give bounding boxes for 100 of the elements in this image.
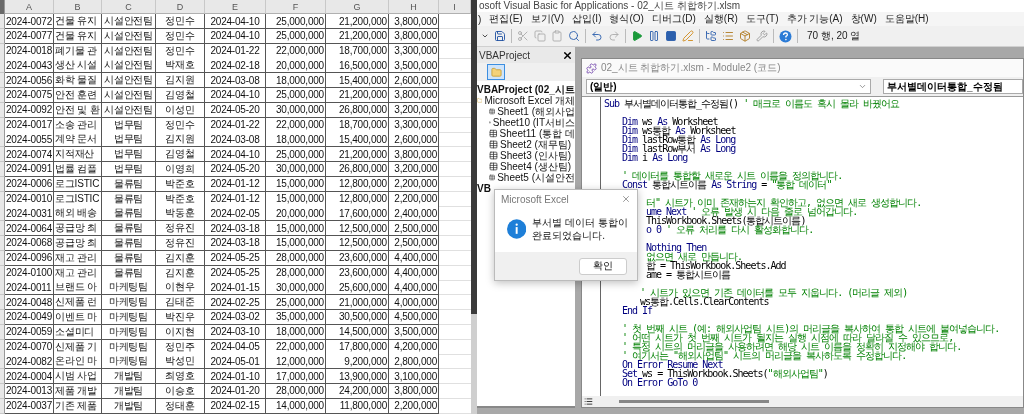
row-header[interactable] (0, 58, 5, 74)
table-cell: 15,400,000 (326, 132, 389, 148)
search-icon[interactable] (568, 30, 580, 42)
row-header[interactable] (0, 117, 5, 133)
select-all-corner[interactable] (0, 0, 5, 14)
row-header[interactable] (0, 28, 5, 44)
menu-item[interactable]: 추가 기능(A) (786, 12, 843, 26)
menu-item[interactable]: 디버그(D) (651, 12, 696, 26)
table-cell: 17,000,000 (266, 369, 326, 385)
menu-item[interactable]: 형식(O) (609, 12, 644, 26)
code-line: 터" 시트가 이미 존재하는지 확인하고, 없으면 새로 생성합니다. (646, 198, 922, 207)
ok-button[interactable]: 확인 (579, 257, 627, 275)
row-header[interactable] (0, 309, 5, 325)
row-header[interactable] (0, 265, 5, 281)
row-header[interactable] (0, 398, 5, 414)
menu-item[interactable]: ) (478, 13, 482, 25)
column-header[interactable]: G (326, 0, 389, 14)
row-header[interactable] (0, 339, 5, 355)
row-header[interactable] (0, 324, 5, 340)
row-header[interactable] (0, 280, 5, 296)
table-cell: 13,900,000 (326, 369, 389, 385)
menu-item[interactable]: 삽입(I) (572, 12, 602, 26)
table-cell: 2024-0004 (5, 369, 54, 385)
code-line: ame = 통합시트이름 (646, 270, 731, 279)
code-line: ' 첫 번째 시트 (예: 해외사업팀 시트)의 머리글을 복사하여 통합 시트에 붙여넣습니다. (622, 324, 1000, 333)
menu-item[interactable]: 창(W) (850, 12, 877, 26)
menu-item[interactable]: 편집(E) (489, 12, 523, 26)
row-header[interactable] (0, 206, 5, 222)
row-header[interactable] (0, 369, 5, 385)
procedure-view-icon[interactable] (584, 397, 593, 406)
table-cell: 지적재산 (54, 147, 102, 163)
tree-item[interactable]: VB (477, 183, 491, 194)
pause-icon[interactable] (648, 30, 660, 42)
row-header[interactable] (0, 88, 5, 103)
table-cell: 2024-0031 (5, 206, 54, 222)
row-header[interactable] (0, 383, 5, 399)
table-cell: 온라인 마 (54, 354, 102, 370)
column-header[interactable]: A (5, 0, 54, 14)
column-header[interactable]: F (266, 0, 326, 14)
column-header[interactable]: E (205, 0, 266, 14)
table-cell: 2024-0048 (5, 295, 54, 311)
row-header[interactable] (0, 221, 5, 237)
pencil-icon[interactable] (682, 30, 694, 42)
column-header[interactable]: H (389, 0, 439, 14)
undo-icon[interactable] (591, 30, 603, 42)
code-line: On Error Resume Next (622, 360, 723, 369)
horizontal-scrollbar[interactable] (619, 400, 769, 403)
caret-icon[interactable] (481, 32, 489, 40)
table-cell: 마케팅팀 (102, 295, 156, 311)
folder-tree-icon[interactable] (705, 30, 717, 42)
code-line: Sub 부서별데이터통합_수정됨() ' 매크로 이름도 혹시 몰라 바꿨어요 (604, 99, 900, 108)
code-line: ' 특정 시트의 머리글을 사용하려면 해당 시트 이름을 정확히 지정해야 합니다. (622, 342, 962, 351)
table-cell: 법무팀 (102, 147, 156, 163)
menu-item[interactable]: 도구(T) (745, 12, 779, 26)
play-icon[interactable] (631, 30, 643, 42)
clipboard-icon[interactable] (551, 30, 563, 42)
row-header[interactable] (0, 161, 5, 177)
row-header[interactable] (0, 147, 5, 163)
toggle-folders-button[interactable] (487, 64, 505, 80)
column-header[interactable]: D (156, 0, 205, 14)
table-cell: 마케팅팀 (102, 354, 156, 370)
save-icon[interactable] (494, 30, 506, 42)
wrench-icon[interactable] (756, 30, 768, 42)
row-header[interactable] (0, 43, 5, 59)
column-header[interactable]: I (439, 0, 471, 14)
close-icon[interactable] (562, 49, 573, 61)
scissors-icon[interactable] (517, 30, 529, 42)
copy-icon[interactable] (534, 30, 546, 42)
table-cell: 16,500,000 (326, 58, 389, 74)
object-dropdown[interactable]: (일반) (586, 79, 871, 94)
row-header[interactable] (0, 102, 5, 118)
help-icon[interactable] (779, 29, 792, 43)
row-header[interactable] (0, 14, 5, 29)
menu-item[interactable]: 도움말(H) (884, 12, 929, 26)
procedure-dropdown[interactable]: 부서별데이터통합_수정됨 (883, 79, 1023, 94)
redo-icon[interactable] (608, 30, 620, 42)
table-cell: 30,000,000 (266, 280, 326, 296)
menu-item[interactable]: 실행(R) (703, 12, 738, 26)
list-icon[interactable] (722, 30, 734, 42)
tree-item[interactable]: VBAProject (02_시트 (477, 82, 575, 97)
row-header[interactable] (0, 295, 5, 311)
table-cell: 법무팀 (102, 132, 156, 148)
code-line: Const 통합시트이름 As String = "통합 데이터" (622, 180, 832, 189)
table-cell: 20,000,000 (266, 206, 326, 222)
row-header[interactable] (0, 132, 5, 148)
row-header[interactable] (0, 354, 5, 370)
row-header[interactable] (0, 73, 5, 89)
row-header[interactable] (0, 235, 5, 251)
table-cell: 25,000,000 (266, 147, 326, 163)
table-cell: 김영철 (156, 147, 205, 163)
table-cell: 4,000,000 (389, 295, 439, 311)
stop-icon[interactable] (665, 30, 677, 42)
row-header[interactable] (0, 250, 5, 266)
row-header[interactable] (0, 176, 5, 192)
menu-item[interactable]: 보기(V) (530, 12, 565, 26)
table-cell: 이현우 (156, 280, 205, 296)
row-header[interactable] (0, 191, 5, 207)
column-header[interactable]: B (54, 0, 102, 14)
column-header[interactable]: C (102, 0, 156, 14)
package-icon[interactable] (739, 30, 751, 42)
